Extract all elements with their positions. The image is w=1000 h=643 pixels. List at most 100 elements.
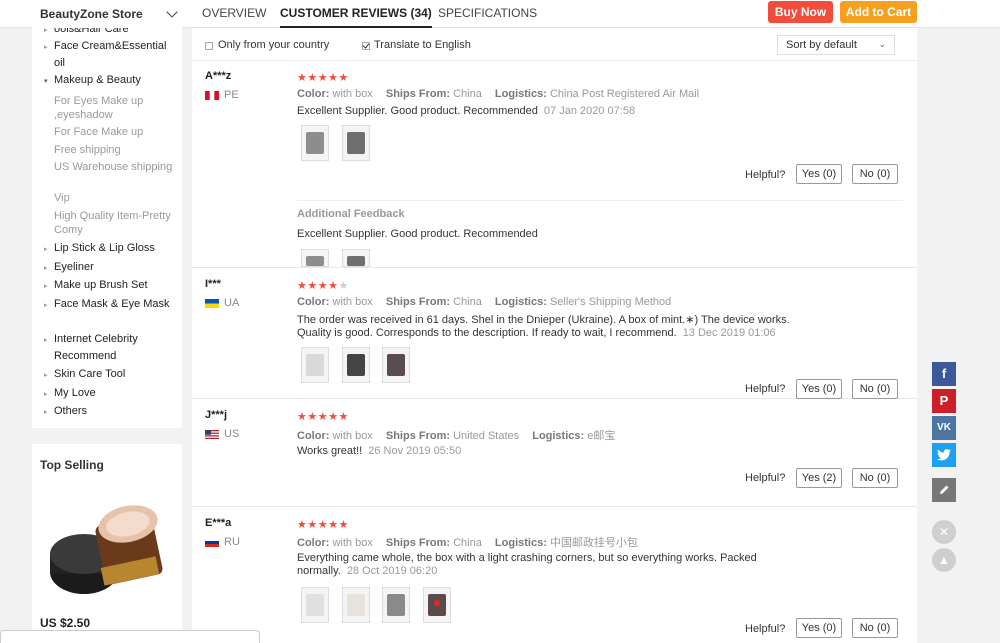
helpful-label: Helpful? — [745, 169, 786, 181]
review-item: I*** UA ★★★★★ Color: with box Ships From… — [192, 268, 917, 399]
category-sidebar: ▸ ools&Hair Care ▸ Face Cream&Essential … — [32, 28, 182, 428]
sidebar-subitem-eyes[interactable]: For Eyes Make up ,eyeshadow — [54, 94, 176, 122]
caret-down-icon: ▾ — [44, 78, 48, 85]
star-rating: ★★★★★ — [297, 519, 349, 531]
product-image[interactable] — [40, 480, 171, 611]
caret-right-icon: ▸ — [44, 391, 48, 398]
caret-right-icon: ▸ — [44, 409, 48, 416]
helpful-label: Helpful? — [745, 472, 786, 484]
top-bar: BeautyZone Store OVERVIEW CUSTOMER REVIE… — [0, 0, 1000, 28]
twitter-share-icon[interactable] — [932, 443, 956, 467]
chevron-down-icon: ⌄ — [878, 39, 886, 49]
russia-flag-icon — [205, 538, 219, 547]
facebook-share-icon[interactable]: f — [932, 362, 956, 386]
add-to-cart-button[interactable]: Add to Cart — [840, 1, 917, 23]
caret-right-icon: ▸ — [44, 302, 48, 309]
scroll-top-icon[interactable]: ▲ — [932, 548, 956, 572]
caret-right-icon: ▸ — [44, 265, 48, 272]
review-item: A***z PE ★★★★★ Color: with box Ships Fro… — [192, 62, 917, 268]
caret-right-icon: ▸ — [44, 283, 48, 290]
reviews-panel: Only from your country Translate to Engl… — [192, 28, 917, 643]
star-rating: ★★★★★ — [297, 280, 349, 292]
review-item: J***j US ★★★★★ Color: with box Ships Fro… — [192, 399, 917, 507]
sidebar-subitem-free-shipping[interactable]: Free shipping — [54, 143, 176, 157]
us-flag-icon — [205, 430, 219, 439]
review-text: Works great!! 26 Nov 2019 05:50 — [297, 445, 462, 457]
review-photo[interactable] — [301, 125, 329, 161]
close-icon[interactable]: ✕ — [932, 520, 956, 544]
review-photo[interactable] — [423, 587, 451, 623]
review-text: Excellent Supplier. Good product. Recomm… — [297, 105, 636, 117]
caret-right-icon: ▸ — [44, 372, 48, 379]
store-selector[interactable]: BeautyZone Store — [32, 0, 182, 28]
reviewer-country: UA — [224, 297, 240, 309]
helpful-no-button[interactable]: No (0) — [852, 379, 898, 399]
review-date: 07 Jan 2020 07:58 — [543, 105, 636, 117]
review-text: Everything came whole, the box with a li… — [297, 552, 757, 577]
tab-overview[interactable]: OVERVIEW — [202, 6, 266, 28]
tab-specifications[interactable]: SPECIFICATIONS — [438, 6, 537, 28]
only-country-checkbox[interactable] — [205, 42, 213, 50]
helpful-no-button[interactable]: No (0) — [852, 618, 898, 638]
review-photo[interactable] — [301, 587, 329, 623]
sidebar-subitem-vip[interactable]: Vip — [54, 191, 176, 205]
helpful-no-button[interactable]: No (0) — [852, 468, 898, 488]
reviewer-country: RU — [224, 536, 240, 548]
peru-flag-icon — [205, 91, 219, 100]
helpful-yes-button[interactable]: Yes (0) — [796, 164, 842, 184]
ukraine-flag-icon — [205, 299, 219, 308]
product-price: US $2.50 — [40, 616, 91, 630]
helpful-label: Helpful? — [745, 623, 786, 635]
review-meta: Color: with box Ships From: China Logist… — [297, 88, 700, 100]
additional-feedback-text: Excellent Supplier. Good product. Recomm… — [297, 228, 538, 240]
sidebar-subitem-face[interactable]: For Face Make up — [54, 125, 176, 139]
translate-label: Translate to English — [374, 39, 471, 51]
tab-customer-reviews[interactable]: CUSTOMER REVIEWS (34) — [280, 6, 432, 28]
chevron-down-icon — [166, 6, 178, 18]
helpful-yes-button[interactable]: Yes (2) — [796, 468, 842, 488]
review-photo[interactable] — [382, 587, 410, 623]
buy-now-button[interactable]: Buy Now — [768, 1, 833, 23]
review-date: 28 Oct 2019 06:20 — [346, 565, 438, 577]
helpful-no-button[interactable]: No (0) — [852, 164, 898, 184]
reviewer-name: I*** — [205, 278, 221, 290]
only-country-label: Only from your country — [218, 39, 330, 51]
review-date: 13 Dec 2019 01:06 — [682, 327, 776, 339]
bottom-panel-tab[interactable] — [0, 630, 260, 643]
sort-select[interactable]: Sort by default ⌄ — [777, 35, 895, 55]
review-meta: Color: with box Ships From: China Logist… — [297, 537, 638, 549]
product-page: BeautyZone Store OVERVIEW CUSTOMER REVIE… — [0, 0, 1000, 643]
review-photo[interactable] — [382, 347, 410, 383]
caret-right-icon: ▸ — [44, 44, 48, 51]
edit-icon[interactable] — [932, 478, 956, 502]
review-meta: Color: with box Ships From: China Logist… — [297, 296, 672, 308]
review-date: 26 Nov 2019 05:50 — [368, 445, 462, 457]
helpful-yes-button[interactable]: Yes (0) — [796, 379, 842, 399]
review-photo[interactable] — [342, 125, 370, 161]
top-selling-title: Top Selling — [40, 458, 104, 472]
vk-share-icon[interactable]: VK — [932, 416, 956, 440]
review-item: E***a RU ★★★★★ Color: with box Ships Fro… — [192, 507, 917, 643]
review-photo[interactable] — [301, 347, 329, 383]
translate-checkbox[interactable] — [362, 42, 370, 50]
helpful-yes-button[interactable]: Yes (0) — [796, 618, 842, 638]
reviewer-country: US — [224, 428, 240, 440]
review-photo[interactable] — [342, 347, 370, 383]
review-photo[interactable] — [342, 249, 370, 267]
review-photo[interactable] — [301, 249, 329, 267]
star-rating: ★★★★★ — [297, 72, 349, 84]
additional-feedback-title: Additional Feedback — [297, 208, 405, 220]
top-selling-panel: Top Selling US $2.50 — [32, 444, 182, 643]
caret-right-icon: ▸ — [44, 337, 48, 344]
review-photo[interactable] — [342, 587, 370, 623]
reviewer-name: J***j — [205, 409, 228, 421]
sidebar-subitem-us-warehouse[interactable]: US Warehouse shipping — [54, 160, 176, 174]
review-text: The order was received in 61 days. Shel … — [297, 314, 790, 339]
store-name: BeautyZone Store — [40, 7, 143, 21]
pinterest-share-icon[interactable]: P — [932, 389, 956, 413]
star-rating: ★★★★★ — [297, 411, 349, 423]
helpful-label: Helpful? — [745, 383, 786, 395]
review-meta: Color: with box Ships From: United State… — [297, 430, 616, 442]
reviewer-name: A***z — [205, 70, 232, 82]
sidebar-subitem-high-quality[interactable]: High Quality Item-Pretty Comy — [54, 209, 176, 237]
